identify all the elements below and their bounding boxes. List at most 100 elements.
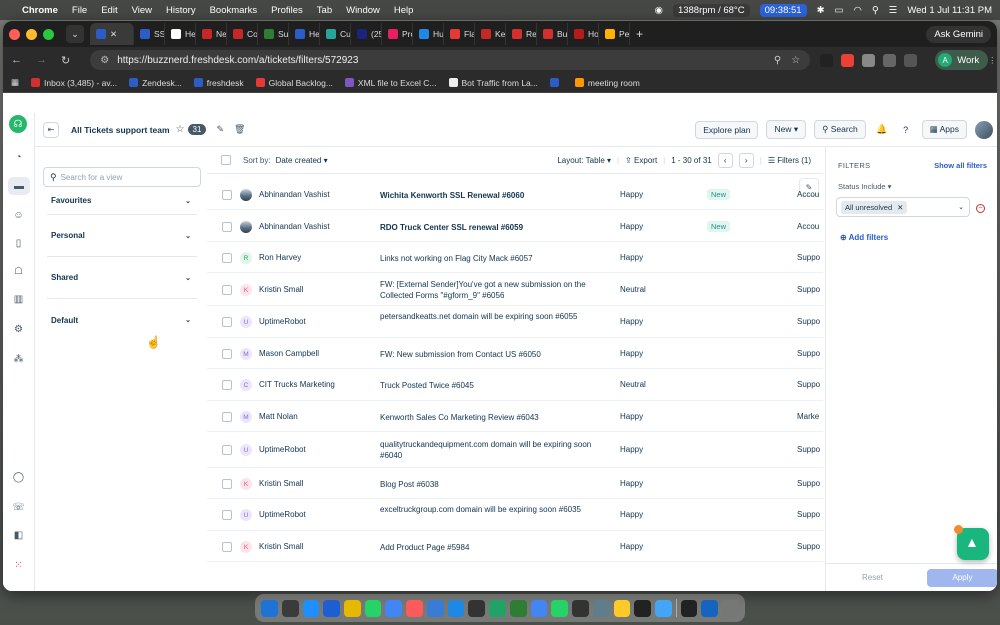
menu-item[interactable]: History xyxy=(166,5,196,16)
requester-name[interactable]: Abhinandan Vashist xyxy=(259,190,330,199)
chat-icon[interactable]: ◯ xyxy=(12,471,25,484)
dock-app-icon[interactable] xyxy=(634,599,652,617)
table-row[interactable]: M Mason Campbell FW: New submission from C… xyxy=(207,338,823,369)
sidebar-toggle-icon[interactable]: ◧ xyxy=(12,529,25,542)
requester-name[interactable]: UptimeRobot xyxy=(259,510,306,519)
row-checkbox[interactable] xyxy=(222,253,232,263)
menu-clock[interactable]: Wed 1 Jul 11:31 PM xyxy=(907,5,992,16)
browser-tab[interactable]: Re xyxy=(506,23,537,45)
edit-view-icon[interactable]: ✎ xyxy=(216,124,224,135)
dock-app-icon[interactable] xyxy=(572,599,589,617)
settings-icon[interactable]: ⚙ xyxy=(12,323,25,336)
apps-button[interactable]: ▦ Apps xyxy=(921,120,967,139)
battery-icon[interactable]: ▭ xyxy=(835,5,844,16)
app-switcher-icon[interactable]: ⁙ xyxy=(12,559,25,572)
table-row[interactable]: K Kristin Small Blog Post #6038 Happy Suppo xyxy=(207,468,823,499)
apply-button[interactable]: Apply xyxy=(926,568,997,587)
ticket-subject-link[interactable]: Blog Post #6038 xyxy=(380,479,605,490)
ticket-subject-link[interactable]: Kenworth Sales Co Marketing Review #6043 xyxy=(380,412,605,423)
dashboard-icon[interactable]: ◔ xyxy=(12,151,25,164)
row-checkbox[interactable] xyxy=(222,349,232,359)
user-avatar[interactable] xyxy=(975,120,993,139)
row-checkbox[interactable] xyxy=(222,510,232,520)
site-info-icon[interactable]: ⚙ xyxy=(100,55,109,66)
apps-grid-icon[interactable]: ▦ xyxy=(11,77,19,88)
table-row[interactable]: U UptimeRobot petersandkeatts.net domain w… xyxy=(207,306,823,338)
dock-app-icon[interactable] xyxy=(530,599,548,617)
dock-app-icon[interactable] xyxy=(468,599,486,617)
dock-app-icon[interactable] xyxy=(302,599,320,617)
browser-tab[interactable]: Hel xyxy=(289,23,320,45)
browser-tab[interactable]: Ne xyxy=(196,23,227,45)
browser-tab[interactable]: Ho xyxy=(568,23,599,45)
ticket-subject-link[interactable]: Add Product Page #5984 xyxy=(380,542,605,553)
row-checkbox[interactable] xyxy=(222,190,232,200)
close-tab-icon[interactable]: ✕ xyxy=(110,29,117,40)
profile-button[interactable]: A Work xyxy=(935,50,989,70)
dock-app-icon[interactable] xyxy=(722,599,739,617)
sort-dropdown[interactable]: Date created ▾ xyxy=(276,156,328,165)
views-section-personal[interactable]: Personal ⌄ xyxy=(47,215,197,257)
menu-app-name[interactable]: Chrome xyxy=(22,5,58,16)
menu-item[interactable]: Tab xyxy=(317,5,332,16)
menu-item[interactable]: Window xyxy=(346,5,380,16)
fan-status[interactable]: 1388rpm / 68°C xyxy=(672,3,750,17)
table-row[interactable]: U UptimeRobot qualitytruckandequipment.com… xyxy=(207,432,823,468)
requester-name[interactable]: Ron Harvey xyxy=(259,253,301,262)
table-row[interactable]: Abhinandan Vashist Wichita Kenworth SSL R… xyxy=(207,179,823,210)
views-section-favourites[interactable]: Favourites ⌄ xyxy=(47,187,197,215)
views-section-default[interactable]: Default ⌄ xyxy=(47,299,197,341)
back-icon[interactable]: ← xyxy=(11,54,22,66)
row-checkbox[interactable] xyxy=(222,285,232,295)
bookmark-item[interactable]: Global Backlog... xyxy=(255,78,333,88)
row-checkbox[interactable] xyxy=(222,542,232,552)
view-search-input[interactable]: ⚲ Search for a view xyxy=(43,167,201,187)
bookmark-item[interactable]: XML file to Excel C... xyxy=(344,78,437,88)
requester-name[interactable]: Mason Campbell xyxy=(259,349,319,358)
ticket-subject-link[interactable]: exceltruckgroup.com domain will be expir… xyxy=(380,504,605,515)
row-checkbox[interactable] xyxy=(222,479,232,489)
knowledge-base-icon[interactable]: ▯ xyxy=(12,237,25,250)
bookmark-item[interactable]: Bot Traffic from La... xyxy=(448,78,538,88)
browser-tab[interactable]: SSI xyxy=(134,23,165,45)
tab-search-icon[interactable]: ⌄ xyxy=(66,25,84,43)
prev-page-icon[interactable]: ‹ xyxy=(717,152,733,168)
status-filter-label[interactable]: Status Include ▾ xyxy=(838,182,997,191)
table-row[interactable]: C CIT Trucks Marketing Truck Posted Twice … xyxy=(207,369,823,401)
forward-icon[interactable]: → xyxy=(36,54,47,66)
delete-view-icon[interactable]: 🗑 xyxy=(234,124,245,135)
browser-tab[interactable]: Ker xyxy=(475,23,506,45)
notifications-bell-icon[interactable]: 🔔 xyxy=(874,122,890,138)
table-row[interactable]: U UptimeRobot exceltruckgroup.com domain w… xyxy=(207,499,823,531)
status-filter-select[interactable]: All unresolved ✕ ⌄ xyxy=(836,197,970,217)
ticket-subject-link[interactable]: Truck Posted Twice #6045 xyxy=(380,380,605,391)
row-checkbox[interactable] xyxy=(222,222,232,232)
dock-app-icon[interactable] xyxy=(406,599,423,617)
requester-name[interactable]: Kristin Small xyxy=(259,285,303,294)
timer-status[interactable]: 09:38:51 xyxy=(759,3,807,17)
bot-icon[interactable]: ☖ xyxy=(12,265,25,278)
dock-app-icon[interactable] xyxy=(426,599,444,617)
requester-name[interactable]: UptimeRobot xyxy=(259,317,306,326)
spotlight-icon[interactable]: ⚲ xyxy=(872,5,879,16)
dock-app-icon[interactable] xyxy=(447,599,465,617)
row-checkbox[interactable] xyxy=(222,445,232,455)
reports-icon[interactable]: ▥ xyxy=(12,293,25,306)
contacts-icon[interactable]: ☺ xyxy=(12,209,25,222)
dock-app-icon[interactable] xyxy=(344,599,361,617)
search-button[interactable]: ⚲ Search xyxy=(814,120,866,139)
freddy-assistant-button[interactable]: ▲ xyxy=(954,525,989,560)
menu-item[interactable]: Edit xyxy=(101,5,117,16)
sidepanel-icon[interactable] xyxy=(904,53,918,67)
table-row[interactable]: M Matt Nolan Kenworth Sales Co Marketing R… xyxy=(207,401,823,432)
freshdesk-logo-icon[interactable]: ☊ xyxy=(9,115,27,133)
bookmark-item[interactable] xyxy=(549,78,563,87)
bookmark-item[interactable]: freshdesk xyxy=(193,78,244,88)
menu-item[interactable]: File xyxy=(72,5,87,16)
browser-menu-icon[interactable]: ⋮ xyxy=(988,56,996,65)
dock-app-icon[interactable] xyxy=(613,599,631,617)
remove-chip-icon[interactable]: ✕ xyxy=(897,203,903,212)
browser-tab[interactable]: Co xyxy=(227,23,258,45)
dock-app-icon[interactable] xyxy=(364,599,382,617)
ticket-subject-link[interactable]: FW: New submission from Contact US #6050 xyxy=(380,349,605,360)
